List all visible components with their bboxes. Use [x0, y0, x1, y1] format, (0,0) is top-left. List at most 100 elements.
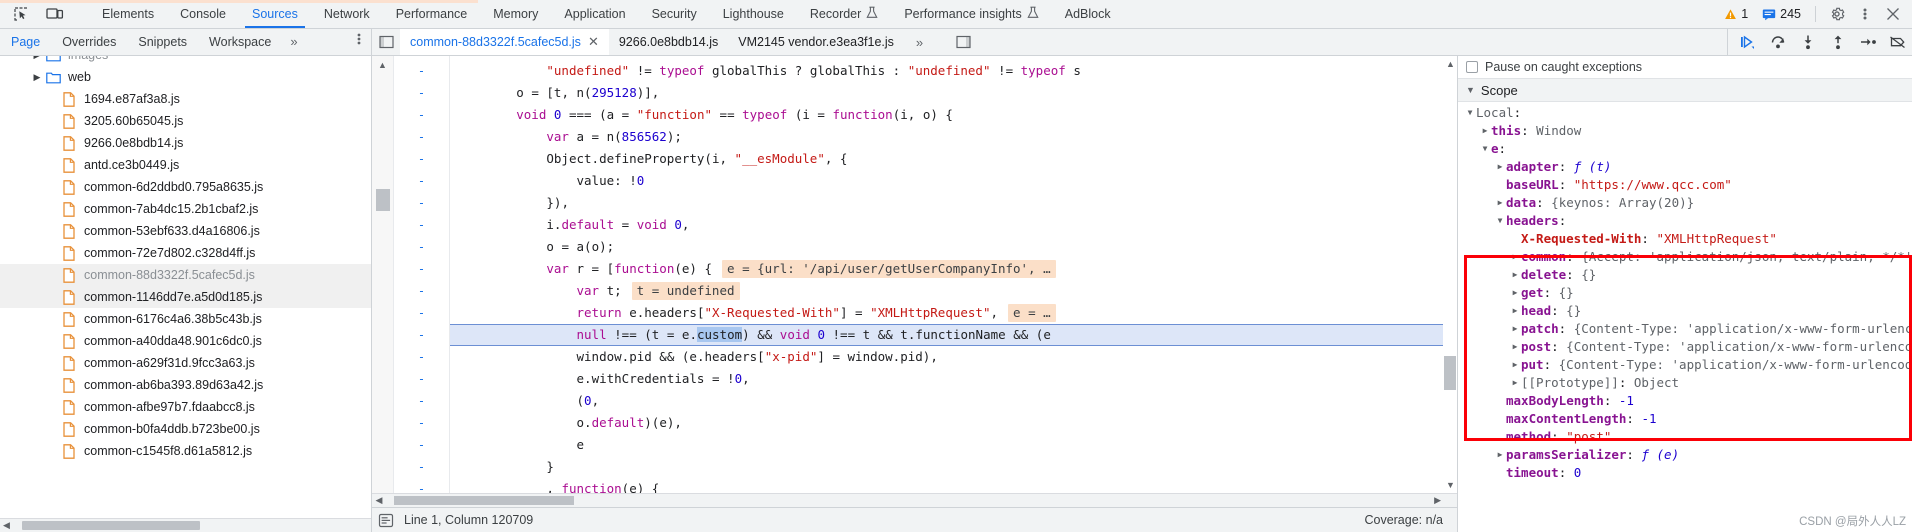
step-icon[interactable] — [1854, 29, 1882, 55]
tree-file[interactable]: common-afbe97b7.fdaabcc8.js — [0, 396, 371, 418]
tree-file[interactable]: common-72e7d802.c328d4ff.js — [0, 242, 371, 264]
code-line[interactable]: value: !0 — [450, 170, 1457, 192]
editor-fold-thumb[interactable] — [376, 189, 390, 211]
tree-file[interactable]: common-1146dd7e.a5d0d185.js — [0, 286, 371, 308]
scope-section-header[interactable]: ▼ Scope — [1458, 78, 1912, 102]
tree-file[interactable]: common-ab6ba393.89d63a42.js — [0, 374, 371, 396]
line-number[interactable]: - — [394, 368, 449, 390]
code-line[interactable]: window.pid && (e.headers["x-pid"] = wind… — [450, 346, 1457, 368]
deactivate-breakpoints-icon[interactable] — [1884, 29, 1912, 55]
show-debugger-panel-icon[interactable] — [949, 35, 977, 49]
code-line[interactable]: var r = [function(e) {e = {url: '/api/us… — [450, 258, 1457, 280]
editor-hscrollbar-thumb[interactable] — [394, 496, 574, 505]
chevron-right-icon[interactable]: ▶ — [1509, 248, 1521, 266]
scope-row[interactable]: timeout: 0 — [1458, 464, 1912, 482]
code-content[interactable]: "undefined" != typeof globalThis ? globa… — [450, 56, 1457, 493]
code-line[interactable]: "undefined" != typeof globalThis ? globa… — [450, 60, 1457, 82]
scope-row[interactable]: ▶ post: {Content-Type: 'application/x-www… — [1458, 338, 1912, 356]
scope-row[interactable]: ▼ headers: — [1458, 212, 1912, 230]
code-line[interactable]: } — [450, 456, 1457, 478]
tab-console[interactable]: Console — [167, 0, 239, 28]
warning-count-badge[interactable]: 1 — [1718, 7, 1754, 21]
navigator-more-options-icon[interactable] — [347, 29, 371, 55]
code-line-current-execution[interactable]: null !== (t = e.custom) && void 0 !== t … — [450, 324, 1457, 346]
code-line[interactable]: (0, — [450, 390, 1457, 412]
scope-row[interactable]: ▶ paramsSerializer: ƒ (e) — [1458, 446, 1912, 464]
tab-elements[interactable]: Elements — [89, 0, 167, 28]
editor-scroll-right-icon[interactable]: ▶ — [1434, 495, 1441, 506]
chevron-right-icon[interactable]: ▶ — [1509, 284, 1521, 302]
message-count-badge[interactable]: 245 — [1756, 7, 1807, 21]
line-number[interactable]: - — [394, 82, 449, 104]
tree-file[interactable]: common-6d2ddbd0.795a8635.js — [0, 176, 371, 198]
chevron-down-icon[interactable]: ▼ — [1464, 104, 1476, 122]
line-number[interactable]: - — [394, 236, 449, 258]
scope-row[interactable]: method: "post" — [1458, 428, 1912, 446]
chevron-right-icon[interactable]: ▶ — [1509, 320, 1521, 338]
file-tree[interactable]: ▶ images ▶ web 1694.e87af3a8.js 3205.60b65045… — [0, 56, 371, 518]
navigator-horizontal-scrollbar[interactable]: ◀ — [0, 518, 371, 532]
scope-row[interactable]: maxContentLength: -1 — [1458, 410, 1912, 428]
scope-row[interactable]: maxBodyLength: -1 — [1458, 392, 1912, 410]
tree-file[interactable]: 3205.60b65045.js — [0, 110, 371, 132]
scope-row[interactable]: ▶ data: {keynos: Array(20)} — [1458, 194, 1912, 212]
editor-scroll-up-arrow-icon[interactable]: ▲ — [1446, 59, 1455, 69]
scope-variable-list[interactable]: ▼ Local: ▶ this: Window ▼ e: ▶ adapter: ƒ (t)… — [1458, 102, 1912, 532]
code-line[interactable]: i.default = void 0, — [450, 214, 1457, 236]
chevron-right-icon[interactable]: ▶ — [1479, 122, 1491, 140]
step-into-next-function-call-icon[interactable] — [1794, 29, 1822, 55]
line-number-gutter[interactable]: ----------------------- — [394, 56, 450, 493]
navigator-scrollbar-thumb[interactable] — [22, 521, 200, 530]
chevron-right-icon[interactable]: ▶ — [1509, 266, 1521, 284]
resume-script-execution-icon[interactable] — [1734, 29, 1762, 55]
tab-recorder[interactable]: Recorder — [797, 0, 891, 28]
chevron-right-icon[interactable]: ▶ — [1494, 194, 1506, 212]
scope-row[interactable]: ▶ patch: {Content-Type: 'application/x-ww… — [1458, 320, 1912, 338]
line-number[interactable]: - — [394, 412, 449, 434]
chevron-right-icon[interactable]: ▶ — [1494, 446, 1506, 464]
editor-scroll-left-icon[interactable]: ◀ — [372, 495, 386, 506]
code-line[interactable]: , function(e) { — [450, 478, 1457, 493]
line-number[interactable]: - — [394, 346, 449, 368]
scope-row[interactable]: ▶ this: Window — [1458, 122, 1912, 140]
navigator-tab-workspace[interactable]: Workspace — [198, 29, 282, 55]
chevron-right-icon[interactable]: ▶ — [30, 56, 44, 61]
navigator-tab-page[interactable]: Page — [0, 29, 51, 55]
tree-file[interactable]: common-a629f31d.9fcc3a63.js — [0, 352, 371, 374]
more-options-kebab-icon[interactable] — [1852, 2, 1878, 26]
chevron-down-icon[interactable]: ▼ — [1494, 212, 1506, 230]
editor-scroll-up-icon[interactable]: ▲ — [378, 60, 387, 70]
device-toolbar-icon[interactable] — [42, 3, 68, 25]
line-number[interactable]: - — [394, 302, 449, 324]
scope-row[interactable]: X-Requested-With: "XMLHttpRequest" — [1458, 230, 1912, 248]
tab-sources[interactable]: Sources — [239, 0, 311, 28]
line-number[interactable]: - — [394, 258, 449, 280]
scope-row[interactable]: baseURL: "https://www.qcc.com" — [1458, 176, 1912, 194]
scope-row[interactable]: ▶ adapter: ƒ (t) — [1458, 158, 1912, 176]
tree-file[interactable]: antd.ce3b0449.js — [0, 154, 371, 176]
editor-scroll-down-arrow-icon[interactable]: ▼ — [1446, 480, 1455, 490]
navigator-tab-overrides[interactable]: Overrides — [51, 29, 127, 55]
tree-file[interactable]: common-6176c4a6.38b5c43b.js — [0, 308, 371, 330]
show-navigator-panel-icon[interactable] — [372, 35, 400, 49]
editor-tab[interactable]: 9266.0e8bdb14.js — [609, 29, 728, 55]
tab-memory[interactable]: Memory — [480, 0, 551, 28]
tree-file[interactable]: common-c1545f8.d61a5812.js — [0, 440, 371, 462]
scope-row[interactable]: ▶ put: {Content-Type: 'application/x-www-… — [1458, 356, 1912, 374]
close-icon[interactable] — [1880, 2, 1906, 26]
scroll-left-icon[interactable]: ◀ — [0, 520, 13, 531]
line-number[interactable]: - — [394, 478, 449, 493]
code-line[interactable]: o.default)(e), — [450, 412, 1457, 434]
gear-icon[interactable] — [1824, 2, 1850, 26]
pretty-print-icon[interactable] — [372, 513, 400, 528]
tree-folder[interactable]: ▶ web — [0, 66, 371, 88]
editor-vscrollbar-thumb[interactable] — [1444, 356, 1456, 390]
navigator-tab-snippets[interactable]: Snippets — [127, 29, 198, 55]
chevron-down-icon[interactable]: ▼ — [1479, 140, 1491, 158]
scope-row[interactable]: ▶ get: {} — [1458, 284, 1912, 302]
editor-horizontal-scrollbar[interactable]: ◀ ▶ — [372, 493, 1457, 507]
close-tab-icon[interactable]: ✕ — [588, 29, 599, 55]
line-number[interactable]: - — [394, 214, 449, 236]
code-line[interactable]: o = a(o); — [450, 236, 1457, 258]
chevron-right-icon[interactable]: ▶ — [1509, 302, 1521, 320]
